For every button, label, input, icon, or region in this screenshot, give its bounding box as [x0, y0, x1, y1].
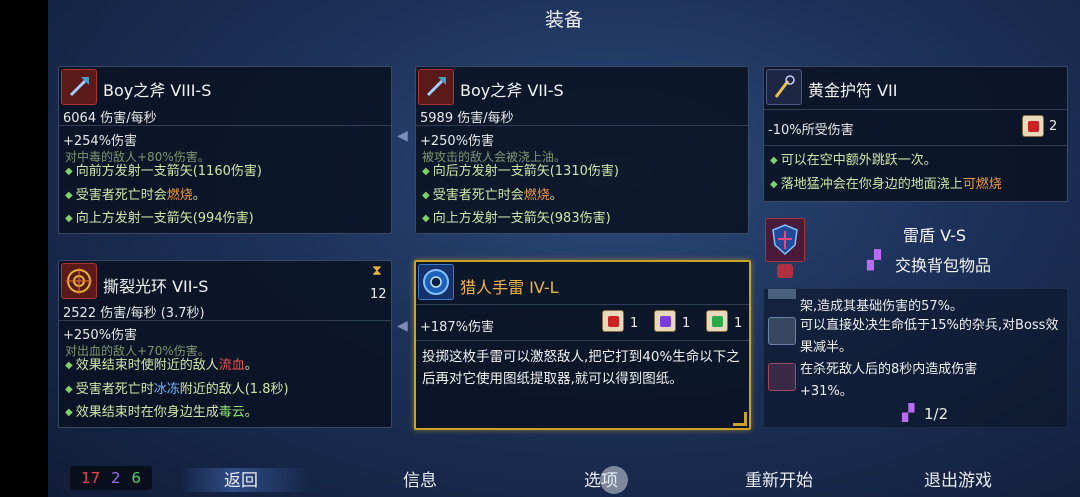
- axe-icon: [418, 69, 454, 105]
- count-green: 6: [131, 469, 141, 487]
- shield-name: 雷盾 V-S: [903, 226, 967, 245]
- bottom-nav: 返回 信息 选项 重新开始 退出游戏: [48, 460, 1080, 497]
- affix-list: ◆ 可以在空中额外跳跃一次。 ◆ 落地猛冲会在你身边的地面浇上可燃烧: [770, 149, 1002, 196]
- shield-affix: 在杀死敌人后的8秒内造成伤害+31%。: [800, 362, 978, 399]
- bullet-icon: ◆: [65, 383, 73, 395]
- shield-icon: [765, 218, 805, 262]
- bullet-icon: ◆: [65, 189, 73, 201]
- affix-item: ◆ 效果结束时在你身边生成毒云。: [65, 405, 258, 420]
- affix-item: ◆ 受害者死亡时冰冻附近的敌人(1.8秒): [65, 381, 289, 397]
- corner-ornament-icon: [733, 412, 747, 426]
- page-title: 装备: [544, 9, 583, 31]
- skill-dps: 2522 伤害/每秒 (3.7秒): [63, 306, 205, 321]
- scroll-count: 1: [682, 316, 691, 331]
- affix-list: ◆ 效果结束时使附近的敌人流血。 ◆ 受害者死亡时冰冻附近的敌人(1.8秒) ◆ 效果…: [65, 354, 289, 425]
- swap-arrow-icon: ◀: [397, 318, 408, 334]
- bullet-icon: ◆: [770, 178, 778, 190]
- swap-arrow-icon: ◀: [397, 128, 408, 144]
- scroll-purple-icon: [654, 310, 676, 332]
- shield-header[interactable]: 雷盾 V-S ▞ 交换背包物品: [763, 216, 1068, 284]
- execute-icon: [768, 317, 796, 345]
- bullet-icon: ◆: [770, 155, 778, 166]
- skill-name: 撕裂光环 VII-S: [103, 277, 209, 296]
- affix-list: ◆ 向后方发射一支箭矢(1310伤害) ◆ 受害者死亡时会燃烧。 ◆ 向上方发射一支箭…: [422, 160, 619, 231]
- bullet-icon: ◆: [65, 407, 73, 418]
- amulet-slot[interactable]: 黄金护符 VII -10%所受伤害 2 ◆ 可以在空中额外跳跃一次。 ◆ 落地猛冲会…: [763, 66, 1068, 202]
- bullet-icon: ◆: [422, 166, 430, 177]
- divider: [416, 304, 749, 305]
- scroll-green-icon: [706, 310, 728, 332]
- scroll-icon: [1022, 115, 1044, 137]
- count-purple: 2: [111, 469, 121, 487]
- hourglass-icon: ⧗: [372, 263, 382, 279]
- weapon-bonus: +254%伤害: [63, 134, 138, 149]
- skill-description: 投掷这枚手雷可以激怒敌人,把它打到40%生命以下之后再对它使用图纸提取器,就可以…: [422, 349, 740, 387]
- weapon-name: Boy之斧 VIII-S: [103, 81, 212, 100]
- bullet-icon: ◆: [422, 213, 430, 224]
- quit-button[interactable]: 退出游戏: [924, 466, 992, 491]
- amulet-stat: -10%所受伤害: [768, 123, 854, 138]
- restart-button[interactable]: 重新开始: [745, 466, 813, 491]
- scroll-count: 2: [1049, 119, 1058, 134]
- affix-item: ◆ 落地猛冲会在你身边的地面浇上可燃烧: [770, 176, 1002, 192]
- weapon-bonus: +250%伤害: [420, 134, 495, 149]
- scroll-red-icon: [602, 310, 624, 332]
- bullet-icon: ◆: [65, 166, 73, 177]
- scroll-count: 1: [630, 316, 639, 331]
- affix-item: ◆ 向后方发射一支箭矢(1310伤害): [422, 164, 619, 179]
- cooldown-value: 12: [370, 287, 387, 302]
- weapon-slot-1[interactable]: Boy之斧 VIII-S 6064 伤害/每秒 +254%伤害 对中毒的敌人+8…: [58, 66, 392, 234]
- skill-bonus: +187%伤害: [420, 320, 495, 335]
- info-button[interactable]: 信息: [403, 466, 437, 491]
- shield-affix-panel: 架,造成其基础伤害的57%。 可以直接处决生命低于15%的杂兵,对Boss效果减…: [763, 288, 1068, 428]
- count-red: 17: [81, 469, 101, 487]
- swap-icon: ▞: [902, 403, 915, 422]
- affix-item: ◆ 可以在空中额外跳跃一次。: [770, 153, 937, 168]
- divider: [416, 340, 749, 341]
- divider: [59, 320, 391, 321]
- options-button[interactable]: 选项: [584, 466, 618, 491]
- affix-item: ◆ 受害者死亡时会燃烧。: [422, 187, 563, 203]
- divider: [764, 109, 1067, 110]
- affix-list: ◆ 向前方发射一支箭矢(1160伤害) ◆ 受害者死亡时会燃烧。 ◆ 向上方发射一支箭…: [65, 160, 262, 231]
- grenade-icon: [418, 264, 454, 300]
- skill-slot-2[interactable]: 猎人手雷 IV-L +187%伤害 1 1 1 投掷这枚手雷可以激怒敌人,把它打…: [414, 260, 751, 430]
- divider: [59, 125, 391, 126]
- divider: [416, 125, 748, 126]
- swap-icon: ▞: [867, 250, 881, 271]
- backpack-badge-icon: [777, 264, 793, 278]
- weapon-name: Boy之斧 VII-S: [460, 81, 564, 100]
- aura-icon: [61, 263, 97, 299]
- game-screen: 装备 Boy之斧 VIII-S 6064 伤害/每秒 +254%伤害 对中毒的敌…: [48, 0, 1080, 497]
- amulet-icon: [766, 69, 802, 105]
- skill-bonus: +250%伤害: [63, 328, 138, 343]
- divider: [764, 145, 1067, 146]
- weapon-slot-2[interactable]: Boy之斧 VII-S 5989 伤害/每秒 +250%伤害 被攻击的敌人会被浇…: [415, 66, 749, 234]
- affix-item: ◆ 向前方发射一支箭矢(1160伤害): [65, 164, 262, 179]
- bullet-icon: ◆: [65, 213, 73, 224]
- affix-item: ◆ 效果结束时使附近的敌人流血。: [65, 358, 258, 373]
- skill-slot-1[interactable]: 撕裂光环 VII-S ⧗ 12 2522 伤害/每秒 (3.7秒) +250%伤…: [58, 260, 392, 428]
- bullet-icon: ◆: [65, 360, 73, 371]
- affix-item: ◆ 向上方发射一支箭矢(983伤害): [422, 211, 611, 226]
- affix-item: ◆ 向上方发射一支箭矢(994伤害): [65, 211, 254, 226]
- page-indicator: 1/2: [924, 405, 949, 423]
- bullet-icon: ◆: [422, 189, 430, 201]
- axe-icon: [61, 69, 97, 105]
- affix-item: ◆ 受害者死亡时会燃烧。: [65, 187, 206, 203]
- skill-name: 猎人手雷 IV-L: [460, 278, 559, 297]
- scroll-counts: 17 2 6: [70, 466, 152, 490]
- weapon-dps: 5989 伤害/每秒: [420, 111, 514, 126]
- affix-icon: [768, 289, 796, 299]
- scroll-count: 1: [734, 316, 743, 331]
- weapon-dps: 6064 伤害/每秒: [63, 111, 157, 126]
- shield-affix: 可以直接处决生命低于15%的杂兵,对Boss效果减半。: [800, 318, 1059, 355]
- affix-partial: 架,造成其基础伤害的57%。: [800, 299, 964, 314]
- damage-buff-icon: [768, 363, 796, 391]
- swap-label[interactable]: 交换背包物品: [895, 252, 991, 276]
- back-button[interactable]: 返回: [224, 466, 258, 491]
- amulet-name: 黄金护符 VII: [808, 81, 898, 100]
